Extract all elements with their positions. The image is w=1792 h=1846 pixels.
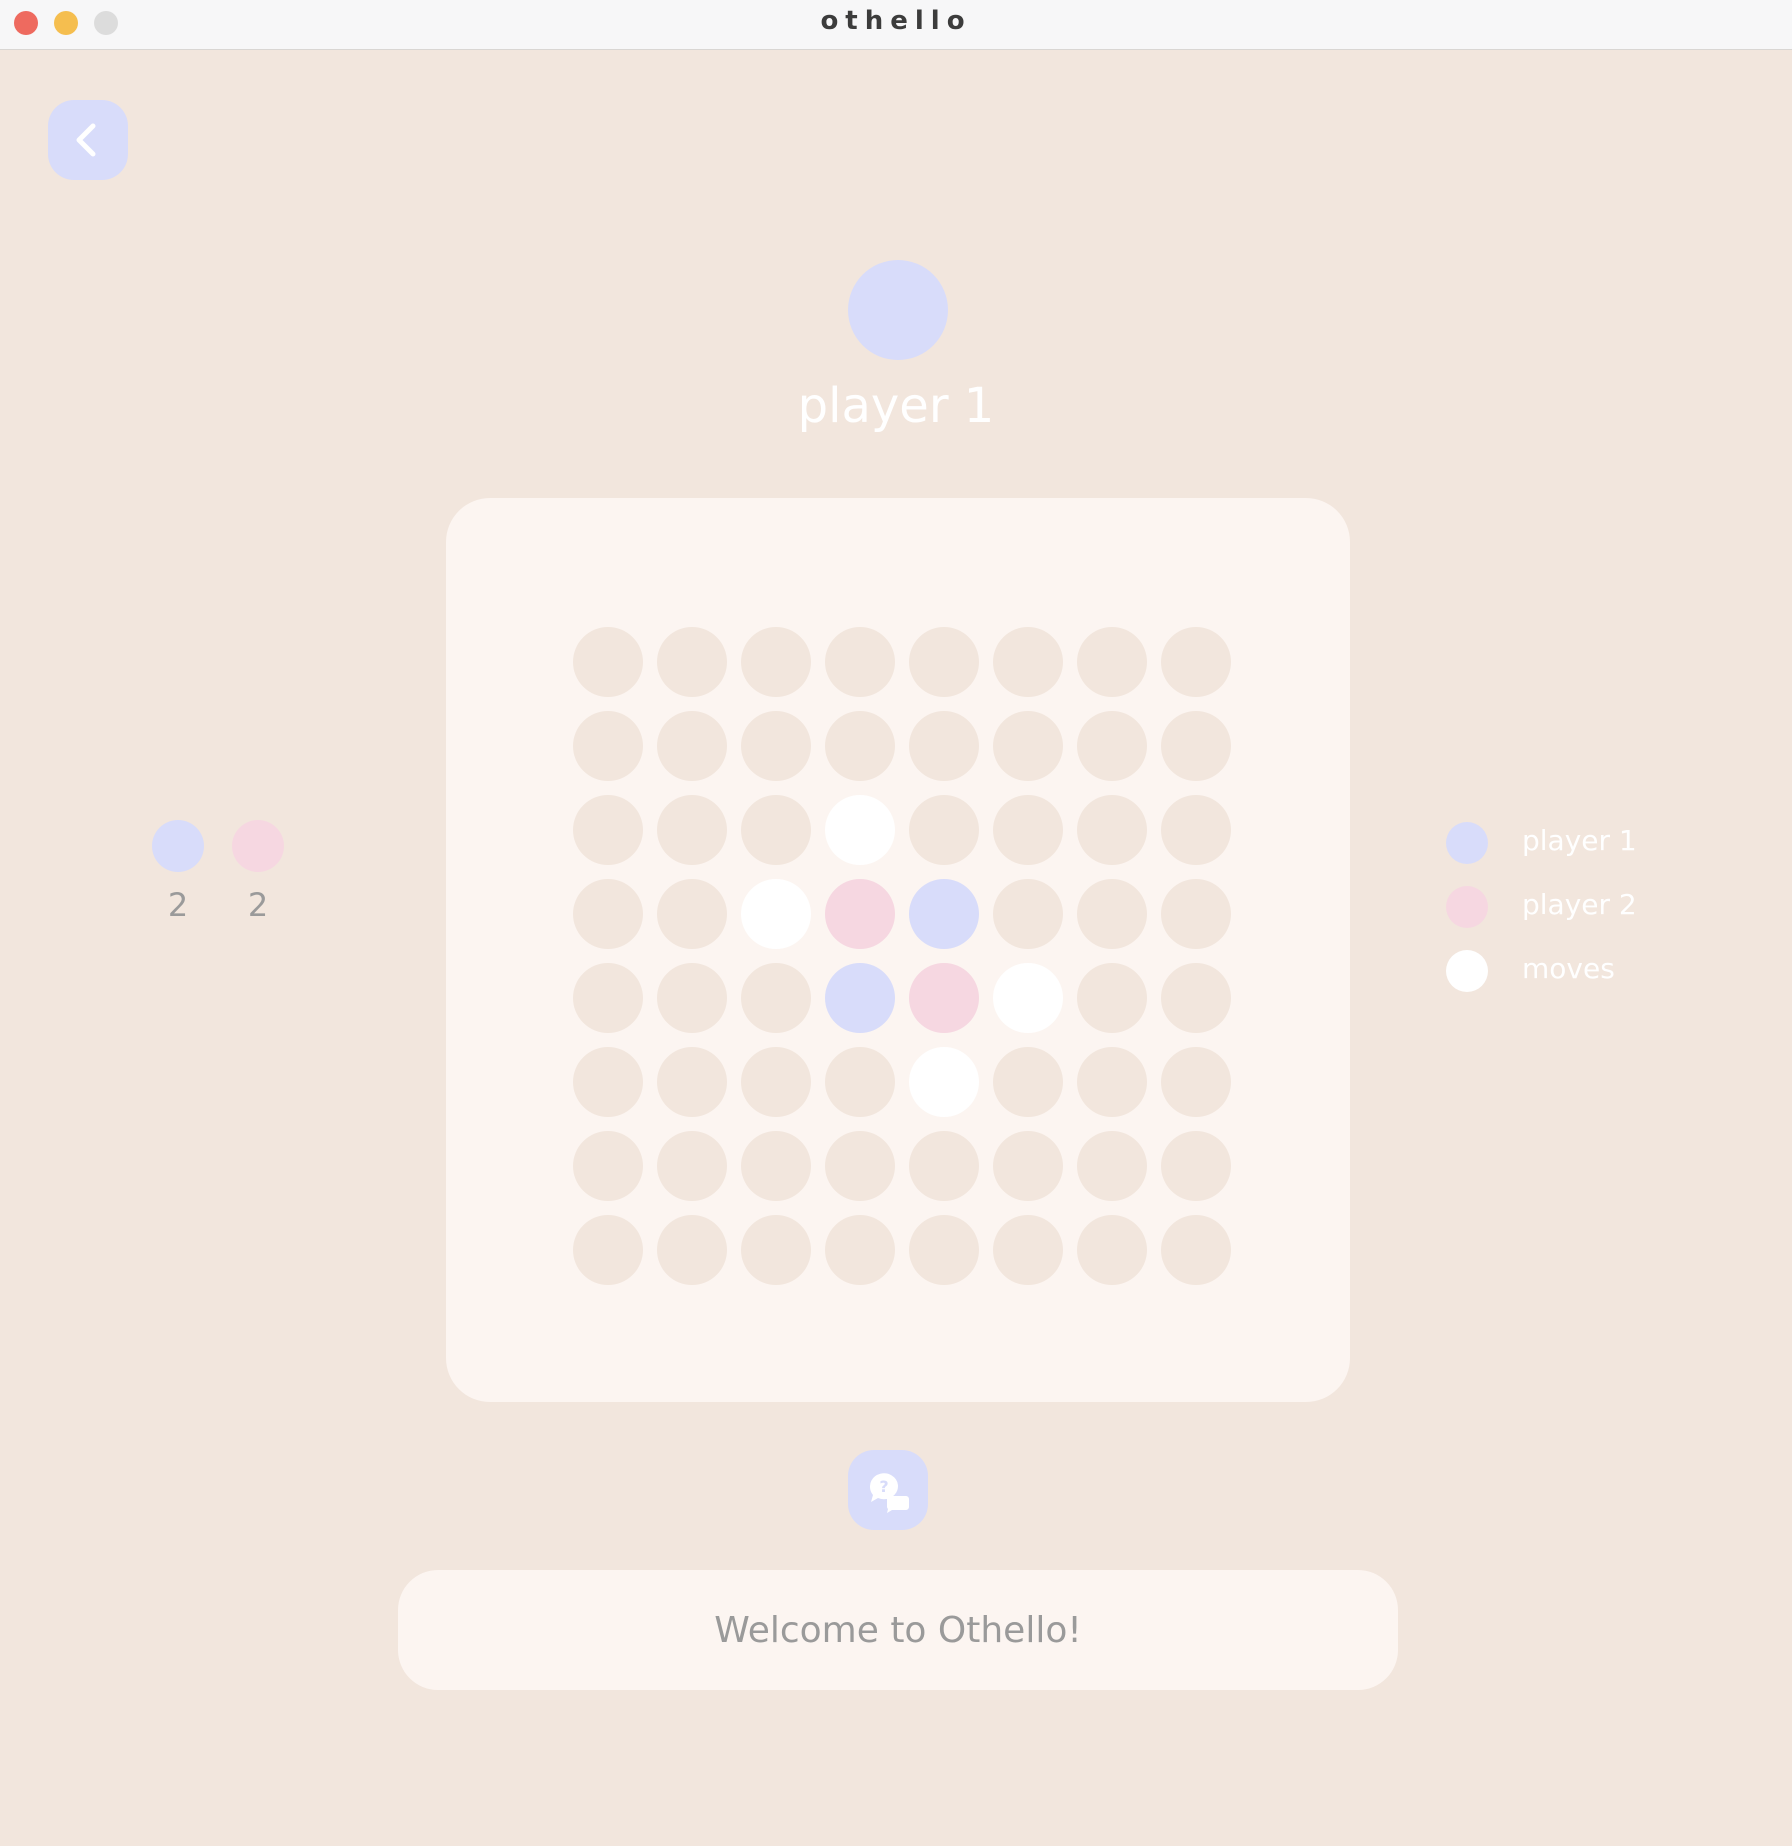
- board-cell-2-2[interactable]: [741, 795, 811, 865]
- board-cell-4-0[interactable]: [573, 963, 643, 1033]
- legend-label: moves: [1522, 952, 1615, 985]
- board-cell-5-4-move[interactable]: [909, 1047, 979, 1117]
- player2-legend-dot: [1446, 886, 1488, 928]
- board-cell-7-7[interactable]: [1161, 1215, 1231, 1285]
- board-cell-2-5[interactable]: [993, 795, 1063, 865]
- help-chat-icon: ?: [869, 1473, 909, 1513]
- board-cell-1-5[interactable]: [993, 711, 1063, 781]
- board-cell-1-6[interactable]: [1077, 711, 1147, 781]
- board-cell-1-2[interactable]: [741, 711, 811, 781]
- board-cell-1-0[interactable]: [573, 711, 643, 781]
- board-cell-6-1[interactable]: [657, 1131, 727, 1201]
- board-cell-2-6[interactable]: [1077, 795, 1147, 865]
- board-cell-1-3[interactable]: [825, 711, 895, 781]
- board-cell-5-6[interactable]: [1077, 1047, 1147, 1117]
- window-title: othello: [820, 6, 972, 36]
- board-cell-6-5[interactable]: [993, 1131, 1063, 1201]
- board-cell-7-6[interactable]: [1077, 1215, 1147, 1285]
- board-cell-3-6[interactable]: [1077, 879, 1147, 949]
- board-cell-0-5[interactable]: [993, 627, 1063, 697]
- board-cell-0-2[interactable]: [741, 627, 811, 697]
- board-cell-1-1[interactable]: [657, 711, 727, 781]
- board-cell-6-6[interactable]: [1077, 1131, 1147, 1201]
- board-cell-7-2[interactable]: [741, 1215, 811, 1285]
- board-cell-2-0[interactable]: [573, 795, 643, 865]
- board-cell-6-4[interactable]: [909, 1131, 979, 1201]
- board-cell-4-5-move[interactable]: [993, 963, 1063, 1033]
- window-titlebar: othello: [0, 0, 1792, 50]
- board-cell-5-0[interactable]: [573, 1047, 643, 1117]
- board-cell-7-0[interactable]: [573, 1215, 643, 1285]
- board-cell-2-4[interactable]: [909, 795, 979, 865]
- player1-score: 2: [167, 886, 189, 924]
- board-cell-2-7[interactable]: [1161, 795, 1231, 865]
- board-cell-5-5[interactable]: [993, 1047, 1063, 1117]
- othello-board: [566, 620, 1238, 1292]
- moves-legend-dot: [1446, 950, 1488, 992]
- player1-legend-dot: [1446, 822, 1488, 864]
- board-cell-0-6[interactable]: [1077, 627, 1147, 697]
- board-cell-5-2[interactable]: [741, 1047, 811, 1117]
- board-cell-4-6[interactable]: [1077, 963, 1147, 1033]
- legend-label: player 2: [1522, 888, 1637, 921]
- board-cell-3-5[interactable]: [993, 879, 1063, 949]
- board-cell-3-1[interactable]: [657, 879, 727, 949]
- board-cell-1-4[interactable]: [909, 711, 979, 781]
- status-message: Welcome to Othello!: [714, 1609, 1082, 1651]
- board-cell-7-3[interactable]: [825, 1215, 895, 1285]
- message-box: Welcome to Othello!: [398, 1570, 1398, 1690]
- chevron-left-icon: [76, 123, 96, 157]
- board-cell-5-7[interactable]: [1161, 1047, 1231, 1117]
- board-cell-5-1[interactable]: [657, 1047, 727, 1117]
- board-cell-4-4-player2[interactable]: [909, 963, 979, 1033]
- board-cell-3-2-move[interactable]: [741, 879, 811, 949]
- board-cell-0-7[interactable]: [1161, 627, 1231, 697]
- board-cell-7-5[interactable]: [993, 1215, 1063, 1285]
- board-cell-6-2[interactable]: [741, 1131, 811, 1201]
- board-cell-2-3-move[interactable]: [825, 795, 895, 865]
- player1-score-chip: [152, 820, 204, 872]
- board-cell-2-1[interactable]: [657, 795, 727, 865]
- board-cell-7-4[interactable]: [909, 1215, 979, 1285]
- board-cell-1-7[interactable]: [1161, 711, 1231, 781]
- legend-label: player 1: [1522, 824, 1637, 857]
- board-cell-6-3[interactable]: [825, 1131, 895, 1201]
- board-cell-7-1[interactable]: [657, 1215, 727, 1285]
- board-cell-4-2[interactable]: [741, 963, 811, 1033]
- current-player-label: player 1: [797, 378, 995, 434]
- board-cell-5-3[interactable]: [825, 1047, 895, 1117]
- player2-score: 2: [247, 886, 269, 924]
- board-cell-0-0[interactable]: [573, 627, 643, 697]
- board-cell-3-7[interactable]: [1161, 879, 1231, 949]
- board-cell-6-7[interactable]: [1161, 1131, 1231, 1201]
- board-cell-4-7[interactable]: [1161, 963, 1231, 1033]
- board-cell-3-4-player1[interactable]: [909, 879, 979, 949]
- board-cell-3-3-player2[interactable]: [825, 879, 895, 949]
- board-cell-3-0[interactable]: [573, 879, 643, 949]
- board-cell-4-3-player1[interactable]: [825, 963, 895, 1033]
- board-cell-6-0[interactable]: [573, 1131, 643, 1201]
- svg-text:?: ?: [879, 1477, 888, 1496]
- board-cell-4-1[interactable]: [657, 963, 727, 1033]
- back-button[interactable]: [48, 100, 128, 180]
- help-button[interactable]: ?: [848, 1450, 928, 1530]
- board-cell-0-3[interactable]: [825, 627, 895, 697]
- board-cell-0-1[interactable]: [657, 627, 727, 697]
- player2-score-chip: [232, 820, 284, 872]
- current-player-chip: [848, 260, 948, 360]
- board-cell-0-4[interactable]: [909, 627, 979, 697]
